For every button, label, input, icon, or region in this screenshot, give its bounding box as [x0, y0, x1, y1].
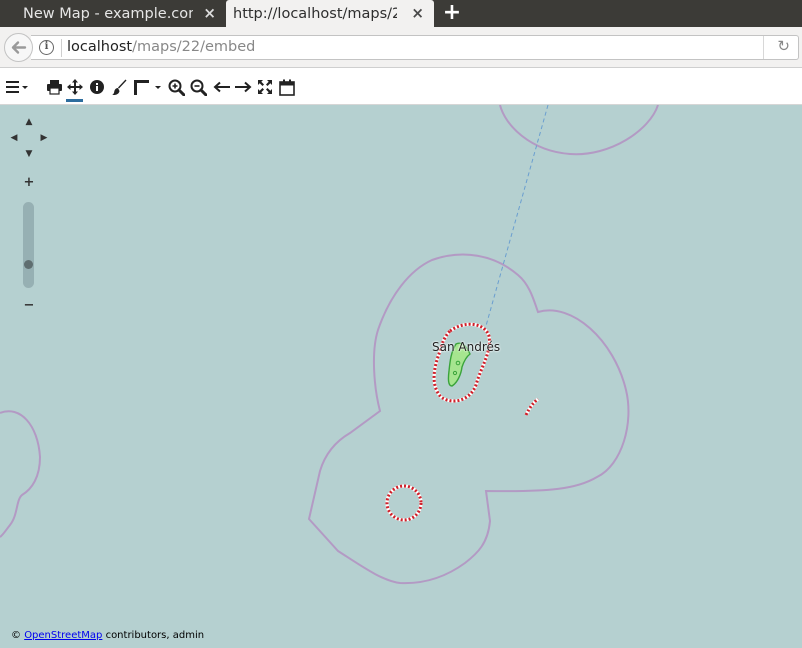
pan-icon [67, 79, 83, 95]
maritime-boundary-left [0, 410, 42, 538]
browser-tab-bar: New Map - example.com × http://localhost… [0, 0, 802, 27]
map-attribution: © OpenStreetMap contributors, admin [11, 630, 204, 641]
print-icon [46, 80, 62, 95]
style-brush-button[interactable] [110, 77, 128, 97]
maritime-boundary-main [307, 253, 630, 585]
zoom-in-icon [168, 79, 185, 96]
url-path: /maps/22/embed [132, 39, 256, 55]
zoom-out-icon [190, 79, 207, 96]
zoom-out-button[interactable] [189, 77, 207, 97]
attribution-prefix: © [11, 630, 25, 641]
openstreetmap-link[interactable]: OpenStreetMap [24, 630, 102, 641]
calendar-button[interactable] [278, 77, 296, 97]
layer-menu-button[interactable] [5, 77, 29, 97]
site-info-icon[interactable]: i [39, 40, 54, 55]
measure-icon [134, 80, 161, 95]
tab-title: New Map - example.com [23, 5, 193, 22]
dashed-route-line [483, 105, 549, 334]
url-separator [61, 39, 62, 57]
url-text[interactable]: localhost/maps/22/embed [67, 39, 255, 55]
info-button[interactable] [88, 77, 106, 97]
measure-button[interactable] [132, 77, 162, 97]
url-bar[interactable]: i localhost/maps/22/embed ↻ [31, 35, 799, 60]
reload-separator [763, 36, 764, 59]
reload-icon[interactable]: ↻ [777, 37, 790, 55]
map-toolbar [0, 69, 802, 105]
map-canvas[interactable]: San Andrés ▲ ◀ ▶ ▼ + − © OpenStreetMap c… [0, 105, 802, 648]
active-tool-indicator [66, 99, 83, 102]
maritime-boundary-top [499, 105, 659, 156]
pan-up-button[interactable]: ▲ [23, 117, 35, 127]
new-tab-button[interactable]: + [440, 1, 464, 25]
place-label: San Andrés [432, 340, 501, 354]
info-icon [90, 80, 104, 94]
navigation-bar: i localhost/maps/22/embed ↻ [0, 27, 802, 68]
pan-button[interactable] [66, 77, 84, 97]
zoom-slider-track[interactable] [23, 202, 34, 288]
history-back-button[interactable] [212, 77, 232, 97]
close-tab-icon[interactable]: × [411, 4, 424, 22]
pan-left-button[interactable]: ◀ [8, 133, 20, 143]
tab-new-map[interactable]: New Map - example.com × [0, 0, 226, 27]
url-host: localhost [67, 39, 133, 55]
close-tab-icon[interactable]: × [203, 4, 216, 22]
fullscreen-button[interactable] [256, 77, 274, 97]
style-brush-icon [111, 79, 126, 95]
zoom-in-control[interactable]: + [23, 176, 35, 189]
zoom-in-button[interactable] [167, 77, 185, 97]
calendar-icon [279, 79, 295, 96]
back-button[interactable] [4, 33, 33, 62]
tab-title: http://localhost/maps/22 [233, 5, 397, 22]
history-forward-icon [235, 81, 252, 93]
history-forward-button[interactable] [233, 77, 253, 97]
layer-menu-icon [6, 81, 28, 93]
zoom-out-control[interactable]: − [23, 299, 35, 312]
pan-zoom-control: ▲ ◀ ▶ ▼ + − [8, 115, 52, 315]
pan-down-button[interactable]: ▼ [23, 149, 35, 159]
fullscreen-icon [258, 80, 272, 94]
zoom-slider-handle[interactable] [24, 260, 33, 269]
map-features [0, 105, 659, 585]
tab-localhost-map[interactable]: http://localhost/maps/22 × [226, 0, 434, 27]
print-button[interactable] [45, 77, 63, 97]
pan-right-button[interactable]: ▶ [38, 133, 50, 143]
history-back-icon [213, 81, 230, 93]
back-arrow-icon [11, 41, 27, 54]
attribution-suffix: contributors, admin [102, 630, 205, 641]
